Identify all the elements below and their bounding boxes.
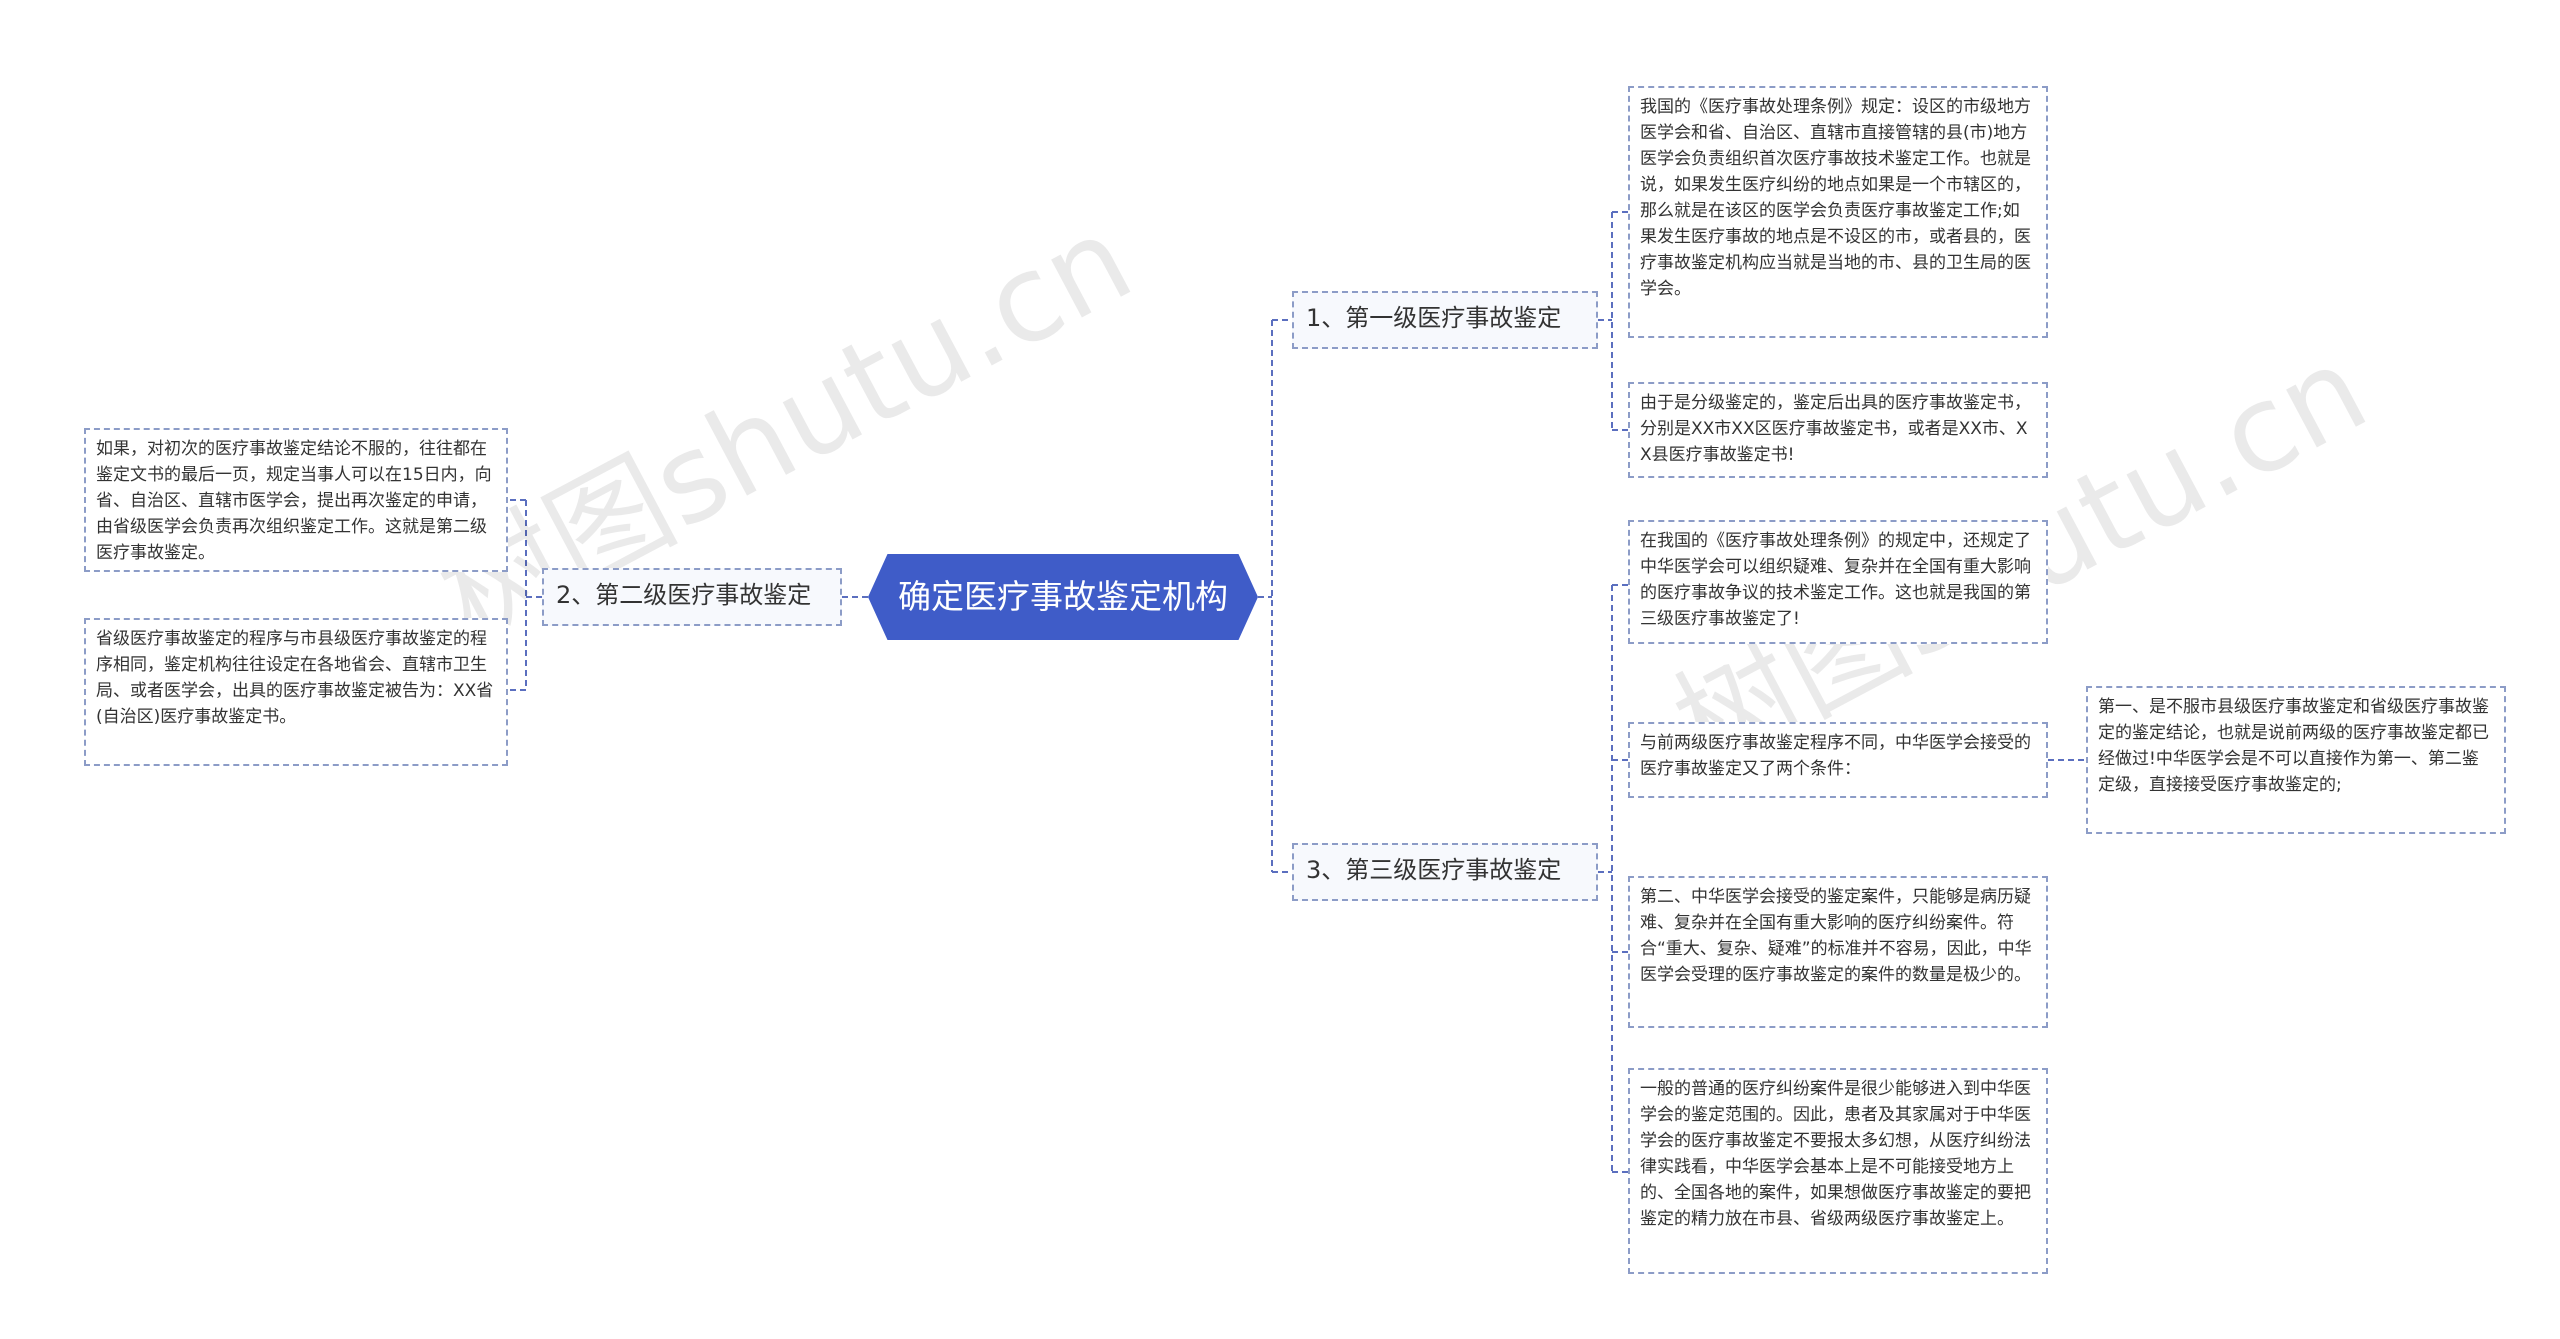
second-level-detail[interactable]: 如果，对初次的医疗事故鉴定结论不服的，往往都在鉴定文书的最后一页，规定当事人可以…	[84, 428, 508, 572]
branch-third-level[interactable]: 3、第三级医疗事故鉴定	[1292, 843, 1598, 901]
third-level-detail[interactable]: 第二、中华医学会接受的鉴定案件，只能够是病历疑难、复杂并在全国有重大影响的医疗纠…	[1628, 876, 2048, 1028]
root-node[interactable]: 确定医疗事故鉴定机构	[868, 554, 1258, 640]
third-level-conditions[interactable]: 与前两级医疗事故鉴定程序不同，中华医学会接受的医疗事故鉴定又了两个条件：	[1628, 722, 2048, 798]
first-level-detail[interactable]: 我国的《医疗事故处理条例》规定：设区的市级地方医学会和省、自治区、直辖市直接管辖…	[1628, 86, 2048, 338]
branch-second-level[interactable]: 2、第二级医疗事故鉴定	[542, 568, 842, 626]
first-level-detail[interactable]: 由于是分级鉴定的，鉴定后出具的医疗事故鉴定书，分别是XX市XX区医疗事故鉴定书，…	[1628, 382, 2048, 478]
third-level-condition-one[interactable]: 第一、是不服市县级医疗事故鉴定和省级医疗事故鉴定的鉴定结论，也就是说前两级的医疗…	[2086, 686, 2506, 834]
second-level-detail[interactable]: 省级医疗事故鉴定的程序与市县级医疗事故鉴定的程序相同，鉴定机构往往设定在各地省会…	[84, 618, 508, 766]
third-level-detail[interactable]: 一般的普通的医疗纠纷案件是很少能够进入到中华医学会的鉴定范围的。因此，患者及其家…	[1628, 1068, 2048, 1274]
third-level-detail[interactable]: 在我国的《医疗事故处理条例》的规定中，还规定了中华医学会可以组织疑难、复杂并在全…	[1628, 520, 2048, 644]
branch-first-level[interactable]: 1、第一级医疗事故鉴定	[1292, 291, 1598, 349]
